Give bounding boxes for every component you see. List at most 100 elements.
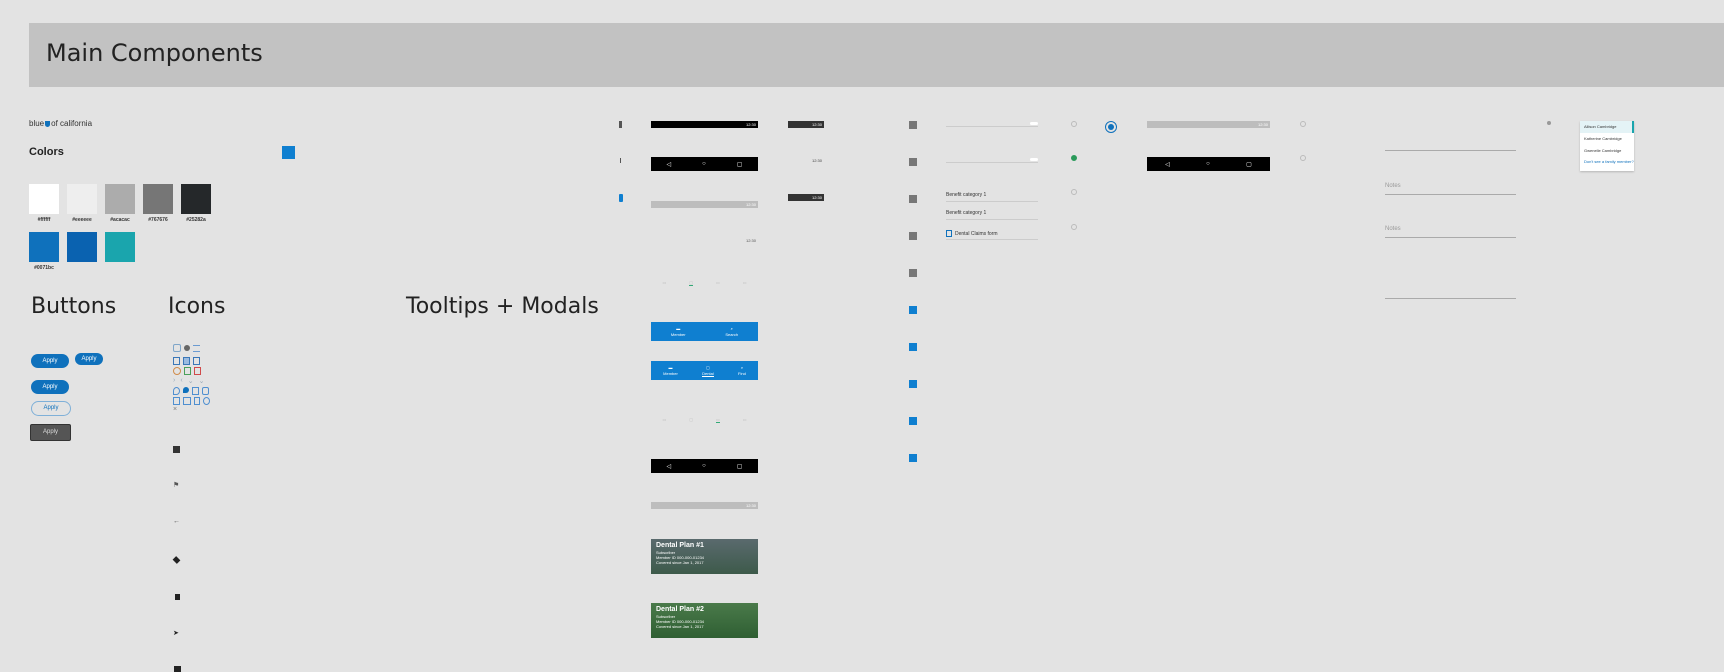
home-nav-icon-2[interactable]: ○: [702, 463, 706, 469]
avatar-icon: [184, 345, 190, 351]
radio-5[interactable]: [1300, 121, 1306, 127]
tab-light-2-4[interactable]: ▭: [743, 417, 747, 422]
arrow-left-icon: ←: [173, 518, 180, 525]
back-nav-icon[interactable]: ◁: [667, 161, 672, 168]
logo-text-pre: blue: [29, 119, 45, 128]
tab-light-2-1[interactable]: ▭: [662, 417, 666, 422]
radio-1[interactable]: [1071, 121, 1077, 127]
apply-button-small[interactable]: Apply: [75, 353, 103, 365]
icons-heading: Icons: [168, 294, 226, 319]
tab-dental-label: Dental: [702, 370, 714, 376]
status-time-mini-1: 12:30: [811, 122, 822, 127]
notes-label-2: Notes: [1385, 226, 1401, 232]
share-icon: [173, 344, 181, 352]
tab-find-label: Find: [738, 371, 746, 376]
scroll-handle-active[interactable]: [619, 194, 623, 202]
home-nav-icon-3[interactable]: ○: [1206, 161, 1210, 167]
menu-icon: [193, 344, 200, 352]
recents-nav-icon[interactable]: ▢: [737, 161, 743, 168]
tab-search[interactable]: ⌕ Search: [725, 326, 738, 337]
toggle-switch-1[interactable]: [1030, 122, 1038, 125]
back-nav-icon-2[interactable]: ◁: [667, 463, 672, 470]
tab-find[interactable]: ⌕ Find: [738, 365, 746, 376]
tab-light-4[interactable]: ▭: [743, 280, 747, 285]
color-swatch-label: #acacac: [110, 217, 130, 223]
shield-icon: [45, 120, 51, 127]
status-bar-black: 12:30: [651, 121, 758, 128]
attachment-icon: [203, 397, 210, 405]
tab-dental[interactable]: ▢ Dental: [702, 365, 714, 377]
benefit-list-item-1[interactable]: Benefit category 1: [946, 192, 1038, 202]
tab-light-2[interactable]: ▢: [689, 280, 694, 286]
card-title: Dental Plan #2: [656, 606, 704, 613]
menu-item-1[interactable]: Allison Cambridge: [1580, 121, 1634, 133]
notes-field-1[interactable]: [1385, 194, 1516, 195]
toggle-row-1[interactable]: [946, 122, 1038, 127]
tab-light-3[interactable]: ▭: [716, 280, 720, 285]
chevron-icon-4: ⌄: [198, 378, 205, 385]
benefit-list-item-2[interactable]: Benefit category 1: [946, 210, 1038, 220]
apply-button-pressed[interactable]: Apply: [31, 380, 69, 394]
blue-square-1: [909, 306, 917, 314]
android-nav-bar: ◁ ○ ▢: [651, 157, 758, 171]
tab-bar-light-2: ▭ ▢ ▭ ▭: [651, 410, 758, 429]
info-field-block-2: [1385, 298, 1516, 299]
search-icon: ⌕: [730, 326, 733, 331]
home-nav-icon[interactable]: ○: [702, 161, 706, 167]
blue-square-2: [909, 343, 917, 351]
info-icon[interactable]: [1547, 121, 1551, 125]
accent-color-chip: [282, 146, 295, 159]
tooth-icon: ▢: [706, 364, 710, 370]
trash-icon: [194, 397, 200, 405]
icon-grid: › ‹ ⌄ ⌄ ×: [173, 344, 223, 413]
status-time-mini-2: 12:30: [811, 158, 822, 163]
inbox-icon: [174, 666, 181, 672]
radio-green[interactable]: [1071, 155, 1077, 161]
toggle-switch-2[interactable]: [1030, 158, 1038, 161]
color-swatch-label: #0071bc: [34, 265, 54, 271]
back-nav-icon-3[interactable]: ◁: [1165, 161, 1170, 168]
toggle-row-2[interactable]: [946, 158, 1038, 163]
info-field-block-1: [1385, 150, 1516, 151]
apply-button-outline[interactable]: Apply: [31, 401, 71, 416]
status-bar-mini-1: 12:30: [788, 121, 824, 128]
people-icon: [183, 397, 191, 405]
scroll-handle-1[interactable]: [619, 121, 622, 128]
status-time-gray: 12:30: [745, 202, 756, 207]
radio-4[interactable]: [1071, 224, 1077, 230]
tab-light-1[interactable]: ▭: [662, 280, 666, 285]
flag-icon: ⚑: [173, 482, 180, 489]
menu-link[interactable]: Don't see a family member?: [1580, 157, 1634, 167]
radio-3[interactable]: [1071, 189, 1077, 195]
tab-light-2-2[interactable]: ▢: [689, 417, 693, 422]
notes-field-2[interactable]: [1385, 237, 1516, 238]
card-line3: Covered since Jan 1, 2017: [656, 560, 704, 565]
back-square-icon: [173, 446, 180, 453]
tab-member-2[interactable]: ▬ Member: [663, 365, 678, 376]
family-member-menu: Allison Cambridge Katherine Cambridge Gw…: [1580, 121, 1634, 171]
tab-member-2-label: Member: [663, 371, 678, 376]
dental-plan-card-2[interactable]: Dental Plan #2 Subscriber Member ID 000-…: [651, 603, 758, 638]
color-swatch-label: #767676: [148, 217, 168, 223]
alert-doc-icon: [194, 367, 201, 375]
menu-item-3[interactable]: Gwenelle Cambridge: [1580, 145, 1634, 157]
recents-nav-icon-2[interactable]: ▢: [737, 463, 743, 470]
close-icon: ×: [173, 406, 178, 413]
status-time-mini-3: 12:30: [811, 195, 822, 200]
color-swatch: [105, 184, 135, 214]
tab-light-2-3[interactable]: ▭: [715, 417, 720, 423]
dental-claims-item[interactable]: Dental Claims form: [946, 230, 1038, 240]
dental-plan-card-1[interactable]: Dental Plan #1 Subscriber Member ID 000-…: [651, 539, 758, 574]
radio-6[interactable]: [1300, 155, 1306, 161]
android-nav-bar-2: ◁ ○ ▢: [651, 459, 758, 473]
apply-button-primary[interactable]: Apply: [31, 354, 69, 368]
more-vert-icon[interactable]: [620, 158, 621, 163]
card-title: Dental Plan #1: [656, 542, 704, 549]
page-banner: Main Components: [29, 23, 1724, 87]
tab-member[interactable]: ▬ Member: [671, 326, 686, 337]
recents-nav-icon-3[interactable]: ▢: [1246, 161, 1252, 168]
apply-button-disabled[interactable]: Apply: [31, 425, 70, 440]
radio-selected[interactable]: [1105, 121, 1117, 133]
menu-item-2[interactable]: Katherine Cambridge: [1580, 133, 1634, 145]
card-icon-2: ▬: [668, 365, 673, 370]
